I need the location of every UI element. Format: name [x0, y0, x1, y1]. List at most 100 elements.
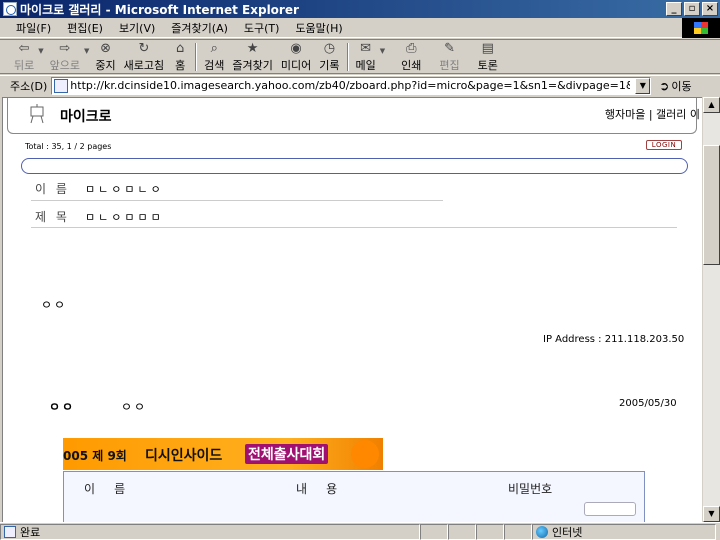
print-button[interactable]: ⎙ 인쇄	[387, 40, 425, 73]
stop-icon: ⊗	[100, 41, 111, 56]
post-count: Total : 35, 1 / 2 pages	[25, 142, 112, 151]
discuss-icon: ▤	[481, 41, 494, 56]
back-arrow-icon: ⇦	[18, 41, 30, 56]
forward-button[interactable]: ⇨ 앞으로	[46, 40, 84, 73]
standard-toolbar: ⇦ 뒤로 ▼ ⇨ 앞으로 ▼ ⊗ 중지 ↻ 새로고침 ⌂ 홈 ⌕ 검색 ★ 즐겨…	[0, 39, 720, 74]
name-label: 이 름	[35, 182, 70, 196]
subject-label: 제 목	[35, 210, 70, 224]
page-icon	[54, 78, 69, 93]
divider	[31, 227, 677, 228]
stop-button[interactable]: ⊗ 중지	[91, 40, 119, 73]
name-value: ㅁㄴㅇㅁㄴㅇ	[85, 183, 164, 196]
column-password: 비밀번호	[508, 482, 553, 496]
minimize-button[interactable]: _	[666, 2, 682, 16]
go-button[interactable]: ➲ 이동	[659, 78, 691, 94]
status-cell-empty	[420, 523, 448, 540]
address-bar: 주소(D) ▼ ➲ 이동	[0, 75, 720, 95]
menu-file[interactable]: 파일(F)	[0, 20, 59, 36]
comment-date: 2005/05/30	[619, 398, 677, 409]
comment-author: ㅇㅇ	[49, 400, 76, 414]
title-bar: 마이크로 갤러리 - Microsoft Internet Explorer _…	[0, 0, 720, 18]
status-cell-empty	[448, 523, 476, 540]
mail-dropdown-icon[interactable]: ▼	[380, 47, 385, 55]
page-viewport: 마이크로 행자마을 | 갤러리 이 Total : 35, 1 / 2 page…	[2, 97, 702, 522]
back-button[interactable]: ⇦ 뒤로	[0, 40, 38, 73]
comment-form: 이 름 내 용 비밀번호	[63, 471, 645, 522]
go-arrow-icon: ➲	[659, 78, 670, 93]
refresh-icon: ↻	[138, 41, 150, 56]
mail-button[interactable]: ✉ 메일	[352, 40, 380, 73]
edit-icon: ✎	[444, 41, 455, 56]
gallery-title: 마이크로	[60, 109, 112, 125]
banner-edition: 005 제 9회	[63, 449, 127, 463]
history-button[interactable]: ◷ 기록	[315, 40, 343, 73]
edit-button[interactable]: ✎ 편집	[425, 40, 463, 73]
windows-logo-icon	[682, 18, 720, 38]
subject-value: ㅁㄴㅇㅁㅁㅁ	[85, 211, 164, 224]
home-button[interactable]: ⌂ 홈	[168, 40, 192, 73]
home-icon: ⌂	[176, 41, 185, 56]
login-button[interactable]: LOGIN	[646, 140, 682, 150]
restore-button[interactable]: ▫	[684, 2, 700, 16]
globe-icon	[536, 525, 548, 538]
event-banner[interactable]: 005 제 9회 디시인사이드 전체출사대회	[63, 438, 383, 470]
status-cell: 완료	[0, 523, 420, 540]
address-label: 주소(D)	[10, 79, 48, 93]
vertical-scrollbar[interactable]: ▲ ▼	[703, 97, 720, 522]
column-name: 이 름	[84, 482, 126, 496]
zone-cell: 인터넷	[532, 523, 716, 540]
favorites-icon: ★	[246, 41, 259, 56]
status-cell-empty	[476, 523, 504, 540]
media-button[interactable]: ◉ 미디어	[277, 40, 315, 73]
banner-ornament	[351, 440, 379, 468]
post-body: ㅇㅇ	[41, 298, 68, 312]
history-icon: ◷	[323, 41, 336, 56]
menu-bar: 파일(F) 편집(E) 보기(V) 즐겨찾기(A) 도구(T) 도움말(H)	[0, 18, 720, 38]
status-bar: 완료 인터넷	[0, 522, 720, 540]
divider	[31, 200, 443, 201]
back-dropdown-icon[interactable]: ▼	[38, 47, 43, 55]
toolbar-separator	[346, 42, 349, 71]
scroll-down-icon[interactable]: ▼	[703, 506, 720, 522]
menu-view[interactable]: 보기(V)	[111, 20, 163, 36]
window-controls: _ ▫ ×	[664, 2, 718, 16]
scroll-thumb[interactable]	[703, 145, 720, 265]
menu-tools[interactable]: 도구(T)	[236, 20, 288, 36]
discuss-button[interactable]: ▤ 토론	[464, 40, 502, 73]
gallery-header: 마이크로 행자마을 | 갤러리 이	[7, 98, 700, 134]
comment-text: ㅇㅇ	[121, 400, 148, 414]
printer-icon: ⎙	[406, 41, 417, 56]
ip-address: IP Address : 211.118.203.50	[543, 334, 685, 345]
menu-help[interactable]: 도움말(H)	[287, 20, 350, 36]
search-button[interactable]: ⌕ 검색	[200, 40, 228, 73]
window-title: 마이크로 갤러리 - Microsoft Internet Explorer	[20, 2, 299, 17]
mail-icon: ✉	[360, 41, 372, 56]
ie-app-icon[interactable]	[3, 2, 17, 16]
status-text: 완료	[20, 525, 41, 539]
page-done-icon	[4, 525, 16, 538]
search-icon: ⌕	[210, 41, 218, 56]
refresh-button[interactable]: ↻ 새로고침	[120, 40, 168, 73]
ie-window: 마이크로 갤러리 - Microsoft Internet Explorer _…	[0, 0, 720, 540]
forward-dropdown-icon[interactable]: ▼	[84, 47, 89, 55]
zone-text: 인터넷	[552, 525, 583, 539]
forward-arrow-icon: ⇨	[59, 41, 71, 56]
status-cell-empty	[504, 523, 532, 540]
toolbar-separator	[195, 42, 198, 71]
scroll-up-icon[interactable]: ▲	[703, 97, 720, 113]
media-icon: ◉	[290, 41, 302, 56]
address-dropdown-icon[interactable]: ▼	[635, 77, 651, 94]
address-input[interactable]	[70, 78, 631, 93]
close-button[interactable]: ×	[702, 2, 718, 16]
menu-edit[interactable]: 편집(E)	[59, 20, 111, 36]
easel-icon	[30, 104, 44, 124]
password-input[interactable]	[584, 502, 636, 516]
menu-favorites[interactable]: 즐겨찾기(A)	[163, 20, 236, 36]
favorites-button[interactable]: ★ 즐겨찾기	[228, 40, 276, 73]
post-header-bar	[21, 158, 688, 174]
banner-highlight: 전체출사대회	[245, 444, 329, 464]
column-content: 내 용	[296, 482, 338, 496]
banner-brand: 디시인사이드	[145, 448, 223, 464]
address-field[interactable]: ▼	[51, 76, 652, 95]
gallery-nav-links[interactable]: 행자마을 | 갤러리 이	[605, 106, 700, 122]
